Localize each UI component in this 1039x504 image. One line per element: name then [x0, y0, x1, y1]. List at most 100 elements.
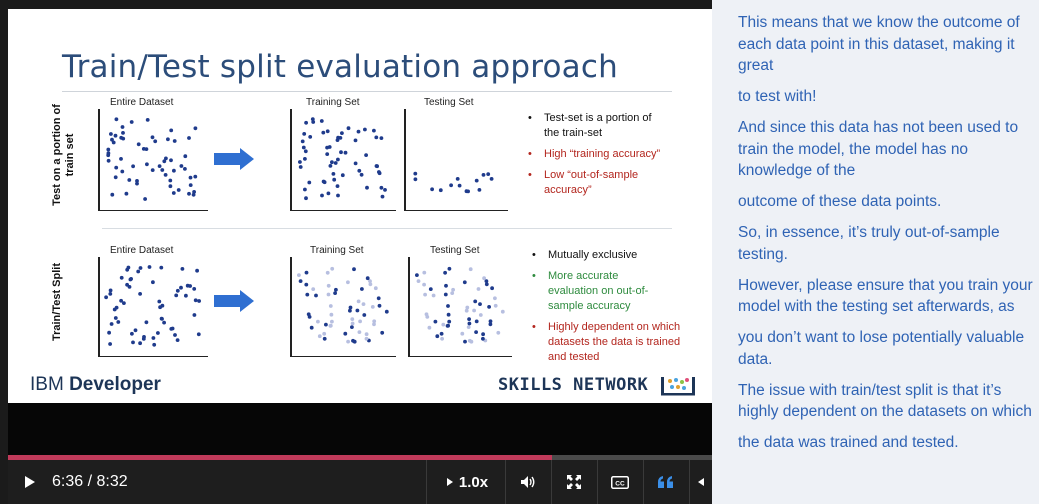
transcript-line[interactable]: the data was trained and tested.	[738, 432, 1035, 454]
scatter-dot	[328, 324, 333, 328]
scatter-dot	[474, 330, 478, 334]
scatter-dot	[314, 293, 318, 298]
scatter-dot	[449, 183, 453, 188]
scatter-dot	[175, 288, 180, 293]
row2-bullets: • Mutually exclusive • More accurate eva…	[530, 248, 708, 371]
scatter-dot	[298, 160, 302, 164]
scatter-dot	[440, 336, 444, 341]
separator	[551, 460, 552, 504]
scatter-dot	[303, 187, 307, 192]
scatter-dot	[348, 308, 352, 313]
scatter-dot	[138, 341, 142, 346]
row2-arrow-icon	[214, 290, 254, 312]
closed-captions-icon: CC	[611, 475, 629, 489]
scatter-dot	[365, 276, 370, 281]
scatter-dot	[374, 164, 379, 168]
scatter-dot	[325, 145, 329, 150]
scatter-dot	[372, 128, 376, 133]
scatter-dot	[172, 168, 176, 173]
play-icon	[25, 476, 35, 488]
scatter-dot	[413, 177, 418, 182]
scatter-dot	[169, 327, 174, 331]
row1-entire-dataset-plot	[98, 109, 208, 211]
scatter-dot	[493, 296, 497, 301]
speed-button[interactable]: 1.0x	[436, 460, 498, 504]
scatter-dot	[150, 135, 155, 140]
scatter-dot	[478, 302, 482, 306]
scatter-dot	[379, 136, 384, 140]
scatter-dot	[333, 161, 338, 165]
scatter-dot	[416, 279, 421, 283]
transcript-line[interactable]: The issue with train/test split is that …	[738, 380, 1035, 423]
scatter-dot	[151, 336, 156, 340]
scatter-dot	[133, 328, 138, 333]
transcript-line[interactable]: However, please ensure that you train yo…	[738, 275, 1035, 318]
scatter-dot	[380, 194, 385, 199]
scatter-dot	[179, 164, 184, 168]
scatter-dot	[339, 150, 343, 155]
scatter-dot	[131, 164, 135, 169]
transcript-line[interactable]: And since this data has not been used to…	[738, 117, 1035, 182]
scatter-dot	[150, 168, 155, 172]
scatter-dot	[462, 280, 467, 285]
scatter-dot	[183, 167, 187, 171]
volume-button[interactable]	[510, 460, 546, 504]
scatter-dot	[152, 342, 157, 347]
scatter-dot	[320, 193, 324, 198]
scatter-dot	[356, 129, 361, 134]
scatter-dot	[322, 336, 327, 341]
scatter-dot	[317, 334, 322, 339]
scatter-dot	[377, 303, 382, 308]
scatter-dot	[188, 175, 193, 180]
scatter-dot	[304, 196, 308, 201]
scatter-dot	[120, 125, 125, 129]
scatter-dot	[125, 267, 130, 272]
scatter-dot	[309, 325, 314, 330]
transcript-panel[interactable]: This means that we know the outcome of e…	[712, 0, 1039, 504]
transcript-line[interactable]: outcome of these data points.	[738, 191, 1035, 213]
ibm-developer-logo: IBM Developer	[30, 374, 161, 395]
scatter-dot	[481, 336, 485, 341]
speed-caret-icon	[446, 478, 453, 486]
transcript-line[interactable]: you don’t want to lose potentially valua…	[738, 327, 1035, 370]
scatter-dot	[300, 139, 305, 144]
play-button[interactable]	[12, 460, 48, 504]
closed-captions-button[interactable]: CC	[602, 460, 638, 504]
time-display: 6:36 / 8:32	[52, 473, 128, 490]
transcript-line[interactable]: So, in essence, it’s truly out-of-sample…	[738, 222, 1035, 265]
scatter-dot	[457, 183, 462, 188]
row2-label: Train/Test Split	[51, 262, 63, 342]
transcript-toggle-button[interactable]	[648, 460, 684, 504]
scatter-dot	[156, 331, 160, 335]
separator	[597, 460, 598, 504]
video-player[interactable]: Train/Test split evaluation approach Tes…	[0, 0, 712, 504]
scatter-dot	[114, 165, 119, 170]
scatter-dot	[487, 305, 491, 309]
scatter-dot	[357, 330, 362, 334]
scatter-dot	[343, 331, 348, 336]
scatter-dot	[350, 325, 354, 329]
row1-testing-set-title: Testing Set	[424, 97, 474, 108]
scatter-dot	[136, 142, 141, 147]
scatter-dot	[362, 313, 367, 317]
scatter-dot	[325, 152, 330, 156]
collapse-button[interactable]	[690, 460, 712, 504]
scatter-dot	[136, 269, 141, 274]
row1-testing-set-plot	[404, 109, 508, 211]
bullet-item: • Mutually exclusive	[532, 249, 638, 261]
transcript-line[interactable]: to test with!	[738, 86, 1035, 108]
scatter-dot	[193, 174, 198, 179]
scatter-dot	[195, 268, 199, 273]
scatter-dot	[176, 188, 181, 192]
scatter-dot	[482, 276, 486, 281]
lecture-slide: Train/Test split evaluation approach Tes…	[8, 9, 712, 403]
scatter-dot	[353, 161, 358, 166]
fullscreen-button[interactable]	[556, 460, 592, 504]
control-bar: 6:36 / 8:32 1.0x CC	[8, 460, 712, 504]
scatter-dot	[376, 296, 381, 301]
scatter-dot	[108, 292, 113, 296]
bullet-item: • Highly dependent on which datasets the…	[532, 321, 681, 363]
scatter-dot	[168, 184, 173, 189]
transcript-line[interactable]: This means that we know the outcome of e…	[738, 12, 1035, 77]
scatter-dot	[474, 178, 479, 183]
